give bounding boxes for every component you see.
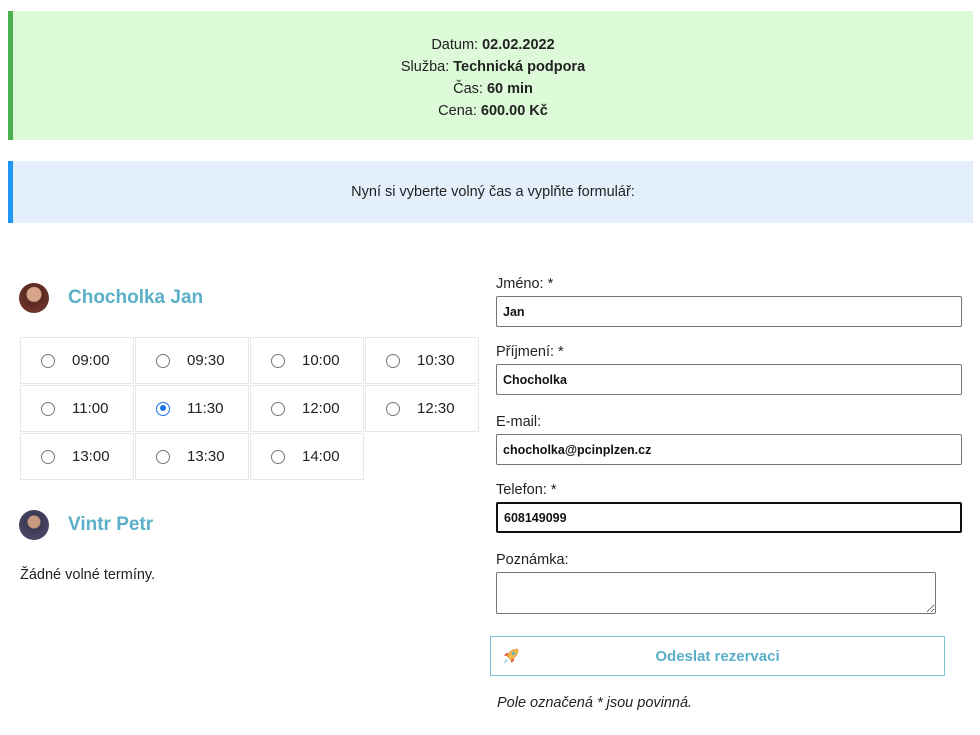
summary-time: Čas: 60 min	[453, 81, 533, 97]
instruction-notice: Nyní si vyberte volný čas a vyplňte form…	[8, 161, 973, 223]
worker-header-vintr: Vintr Petr	[19, 510, 153, 540]
time-slot-option[interactable]: 14:00	[250, 433, 364, 480]
worker-header-chocholka: Chocholka Jan	[19, 283, 203, 313]
email-group: E-mail:	[496, 414, 962, 465]
time-slot-label: 12:00	[302, 400, 340, 417]
note-group: Poznámka:	[496, 552, 936, 614]
time-slot-label: 11:00	[72, 400, 109, 417]
last-name-group: Příjmení: *	[496, 344, 962, 395]
phone-label: Telefon: *	[496, 482, 557, 498]
radio-button[interactable]	[271, 449, 285, 464]
time-slot-label: 09:30	[187, 352, 225, 369]
radio-button[interactable]	[156, 401, 170, 416]
time-slot-option[interactable]: 13:30	[135, 433, 249, 480]
radio-button[interactable]	[271, 401, 285, 416]
avatar	[19, 283, 49, 313]
time-slot-label: 09:00	[72, 352, 110, 369]
email-label: E-mail:	[496, 414, 542, 430]
time-slot-label: 12:30	[417, 400, 455, 417]
email-field[interactable]	[496, 434, 962, 465]
time-slot-label: 14:00	[302, 448, 340, 465]
worker-name: Chocholka Jan	[68, 287, 204, 308]
radio-button[interactable]	[271, 353, 285, 368]
time-slot-option[interactable]: 10:00	[250, 337, 364, 384]
submit-reservation-button[interactable]: Odeslat rezervaci	[490, 636, 945, 676]
radio-button[interactable]	[156, 449, 170, 464]
time-slot-option[interactable]: 09:00	[20, 337, 134, 384]
first-name-field[interactable]	[496, 296, 962, 327]
time-slot-option[interactable]: 09:30	[135, 337, 249, 384]
time-slot-option[interactable]: 11:00	[20, 385, 134, 432]
summary-service: Služba: Technická podpora	[400, 59, 586, 75]
summary-date: Datum: 02.02.2022	[431, 37, 555, 53]
note-label: Poznámka:	[496, 552, 569, 568]
time-slot-label: 10:30	[417, 352, 455, 369]
time-slot-option[interactable]: 12:00	[250, 385, 364, 432]
time-slot-grid: 09:00 09:30 10:00 10:30 11:00 11:30 12:00 12:30…	[20, 337, 479, 480]
no-slots-message: Žádné volné termíny.	[20, 567, 156, 583]
worker-name: Vintr Petr	[68, 514, 154, 535]
time-slot-option[interactable]: 10:30	[365, 337, 479, 384]
first-name-group: Jméno: *	[496, 276, 962, 327]
required-fields-note: Pole označená * jsou povinná.	[497, 695, 693, 711]
phone-group: Telefon: *	[496, 482, 962, 533]
rocket-icon	[503, 648, 519, 664]
time-slot-option[interactable]: 13:00	[20, 433, 134, 480]
radio-button[interactable]	[386, 401, 400, 416]
time-slot-label: 13:00	[72, 448, 110, 465]
time-slot-option[interactable]: 11:30	[135, 385, 249, 432]
radio-button[interactable]	[41, 353, 55, 368]
radio-button[interactable]	[156, 353, 170, 368]
radio-button[interactable]	[41, 449, 55, 464]
radio-button[interactable]	[386, 353, 400, 368]
phone-field[interactable]	[496, 502, 962, 533]
time-slot-label: 13:30	[187, 448, 225, 465]
summary-price: Cena: 600.00 Kč	[438, 103, 548, 119]
time-slot-label: 11:30	[187, 400, 224, 417]
avatar	[19, 510, 49, 540]
submit-label: Odeslat rezervaci	[655, 647, 780, 665]
last-name-label: Příjmení: *	[496, 344, 564, 360]
note-textarea[interactable]	[496, 572, 936, 614]
radio-button[interactable]	[41, 401, 55, 416]
last-name-field[interactable]	[496, 364, 962, 395]
time-slot-option[interactable]: 12:30	[365, 385, 479, 432]
time-slot-label: 10:00	[302, 352, 340, 369]
first-name-label: Jméno: *	[496, 276, 554, 292]
reservation-summary: Datum: 02.02.2022 Služba: Technická podp…	[8, 11, 973, 140]
